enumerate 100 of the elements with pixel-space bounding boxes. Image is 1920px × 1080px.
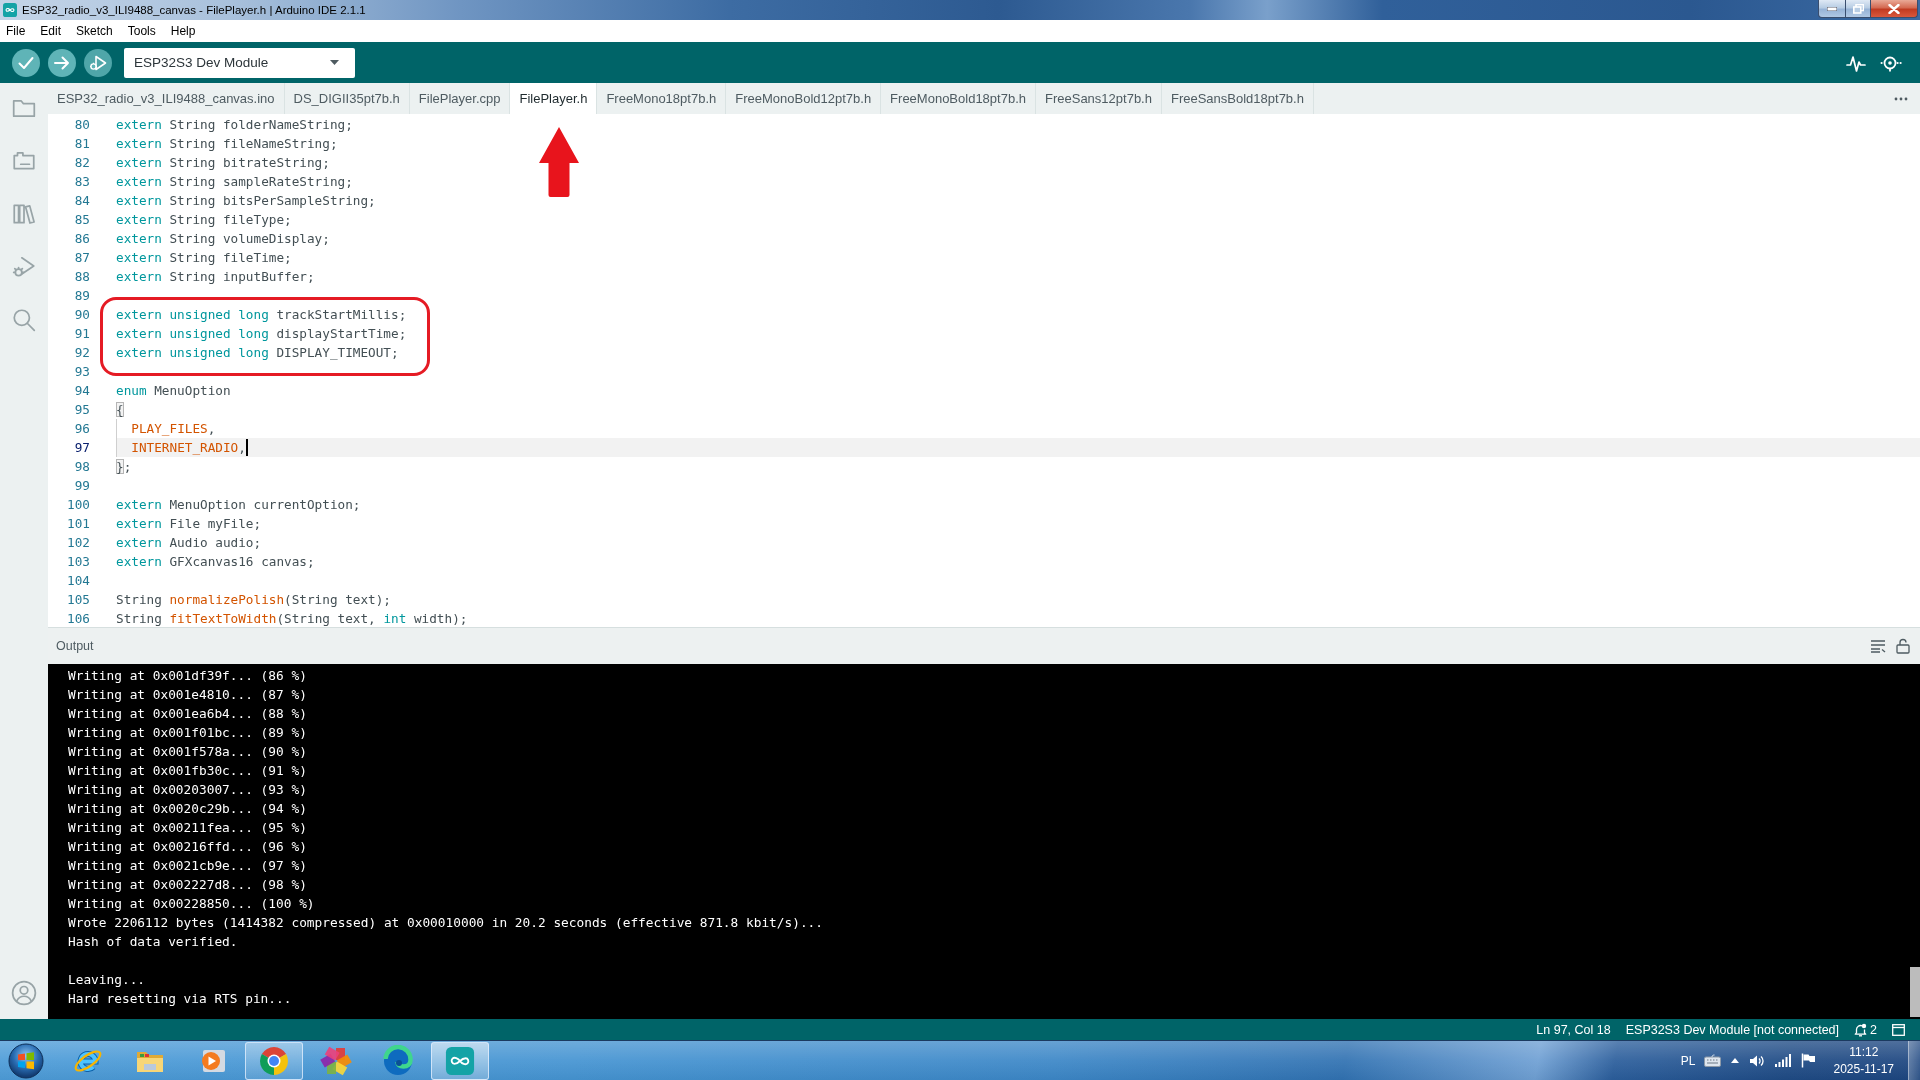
line-number: 106 [66, 610, 90, 627]
minimize-button[interactable] [1818, 0, 1846, 18]
scrollbar-thumb[interactable] [1910, 967, 1920, 1017]
output-line: Wrote 2206112 bytes (1414382 compressed) at 0x00010000 in 20.2 seconds (effective 871.8 kbit/s)... [68, 914, 824, 932]
code-line: String fitTextToWidth(String text, int width); [116, 610, 468, 627]
line-number: 102 [66, 534, 90, 552]
code-line: extern String fileTime; [116, 249, 292, 267]
output-line: Writing at 0x001f578a... (90 %) [68, 743, 307, 761]
restore-icon [1852, 3, 1864, 14]
lock-icon[interactable] [1896, 638, 1910, 654]
output-line: Writing at 0x001e4810... (87 %) [68, 686, 307, 704]
arrow-right-icon [54, 55, 70, 70]
close-button[interactable] [1870, 0, 1918, 18]
notifications-button[interactable]: 2 [1854, 1022, 1877, 1037]
taskbar-button[interactable] [245, 1041, 303, 1080]
infinity-icon [445, 1045, 475, 1076]
circle-logo-icon [258, 1044, 290, 1077]
line-number: 96 [73, 420, 90, 438]
panel-icon[interactable] [1892, 1023, 1905, 1036]
line-number: 94 [73, 382, 90, 400]
output-line: Writing at 0x00211fea... (95 %) [68, 819, 307, 837]
code-line: extern File myFile; [116, 515, 262, 533]
line-number: 98 [73, 458, 90, 476]
window-title: ESP32_radio_v3_ILI9488_canvas - FilePlayer.h | Arduino IDE 2.1.1 [22, 4, 366, 16]
code-line: String normalizePolish(String text); [116, 591, 391, 609]
upload-button[interactable] [48, 48, 76, 77]
line-number: 104 [66, 572, 90, 590]
language-indicator[interactable]: PL [1680, 1053, 1696, 1068]
up-arrow-icon [539, 127, 579, 197]
line-number: 88 [73, 268, 90, 286]
line-number: 89 [73, 287, 90, 305]
line-number: 90 [73, 306, 90, 324]
output-line: Writing at 0x001fb30c... (91 %) [68, 762, 307, 780]
output-line: Writing at 0x001df39f... (86 %) [68, 667, 307, 685]
list-icon[interactable] [1870, 639, 1886, 653]
output-line: Writing at 0x0021cb9e... (97 %) [68, 857, 307, 875]
menu-item[interactable]: Sketch [76, 24, 113, 38]
line-number: 85 [73, 211, 90, 229]
line-number: 91 [73, 325, 90, 343]
triangle-up-icon[interactable] [1730, 1058, 1739, 1063]
app-logo-icon [3, 3, 17, 17]
clock-time[interactable]: 11:12 [1849, 1043, 1879, 1061]
line-number: 101 [66, 515, 90, 533]
bell-icon [1854, 1022, 1868, 1037]
debug-icon [89, 54, 107, 71]
speaker-icon[interactable] [1748, 1053, 1765, 1068]
minimize-icon [1827, 6, 1837, 11]
panel-title: Output [56, 639, 94, 653]
pinwheel-icon [320, 1044, 352, 1077]
code-line: }; [116, 458, 132, 476]
output-line: Hash of data verified. [68, 933, 238, 951]
file-tab[interactable]: FilePlayer.h [510, 83, 598, 114]
output-line: Writing at 0x001ea6b4... (88 %) [68, 705, 307, 723]
check-icon [18, 55, 34, 70]
line-number: 83 [73, 173, 90, 191]
line-number: 93 [73, 363, 90, 381]
code-line: extern String fileType; [116, 211, 292, 229]
menu-item[interactable]: Tools [127, 24, 156, 38]
output-line: Writing at 0x00228850... (100 %) [68, 895, 315, 913]
line-number: 99 [73, 477, 90, 495]
orb-icon [8, 1042, 44, 1079]
output-line: Writing at 0x00216ffd... (96 %) [68, 838, 307, 856]
code-line: extern Audio audio; [116, 534, 262, 552]
line-number: 103 [66, 553, 90, 571]
code-line: extern String inputBuffer; [116, 268, 315, 286]
output-line: Writing at 0x00203007... (93 %) [68, 781, 307, 799]
swirl-logo-icon [382, 1044, 414, 1077]
menu-item[interactable]: Help [170, 24, 196, 38]
clock-date[interactable]: 2025-11-17 [1833, 1060, 1894, 1078]
line-number: 97 [73, 439, 90, 457]
code-line: extern String sampleRateString; [116, 173, 353, 191]
board-select[interactable]: ESP32S3 Dev Module [124, 47, 355, 78]
verify-button[interactable] [12, 48, 40, 77]
output-line: Leaving... [68, 971, 146, 989]
code-line: enum MenuOption [116, 382, 231, 400]
code-line: PLAY_FILES, [131, 420, 216, 438]
restore-button[interactable] [1845, 0, 1871, 18]
code-line: extern unsigned long DISPLAY_TIMEOUT; [116, 344, 399, 362]
code-line: extern unsigned long displayStartTime; [116, 325, 407, 343]
output-line: Writing at 0x002227d8... (98 %) [68, 876, 307, 894]
debug-button[interactable] [84, 48, 112, 77]
more-icon[interactable] [1894, 96, 1908, 101]
signal-bars-icon[interactable] [1774, 1054, 1791, 1067]
flag-icon[interactable] [1800, 1053, 1816, 1068]
board-status[interactable]: ESP32S3 Dev Module [not connected] [1625, 1022, 1840, 1037]
output-line: Hard resetting via RTS pin... [68, 990, 292, 1008]
line-number: 86 [73, 230, 90, 248]
code-line: INTERNET_RADIO, [131, 439, 246, 457]
code-line: extern String folderNameString; [116, 116, 353, 134]
code-line: extern String bitrateString; [116, 154, 330, 172]
line-number: 81 [73, 135, 90, 153]
code-line: extern GFXcanvas16 canvas; [116, 553, 315, 571]
menu-item[interactable]: File [6, 24, 26, 38]
keyboard-icon[interactable] [1703, 1054, 1721, 1067]
menu-item[interactable]: Edit [40, 24, 62, 38]
cursor-position[interactable]: Ln 97, Col 18 [1536, 1022, 1611, 1037]
line-number: 87 [73, 249, 90, 267]
show-desktop-button[interactable] [1908, 1040, 1920, 1080]
line-number: 100 [66, 496, 90, 514]
taskbar-button[interactable] [431, 1041, 489, 1080]
